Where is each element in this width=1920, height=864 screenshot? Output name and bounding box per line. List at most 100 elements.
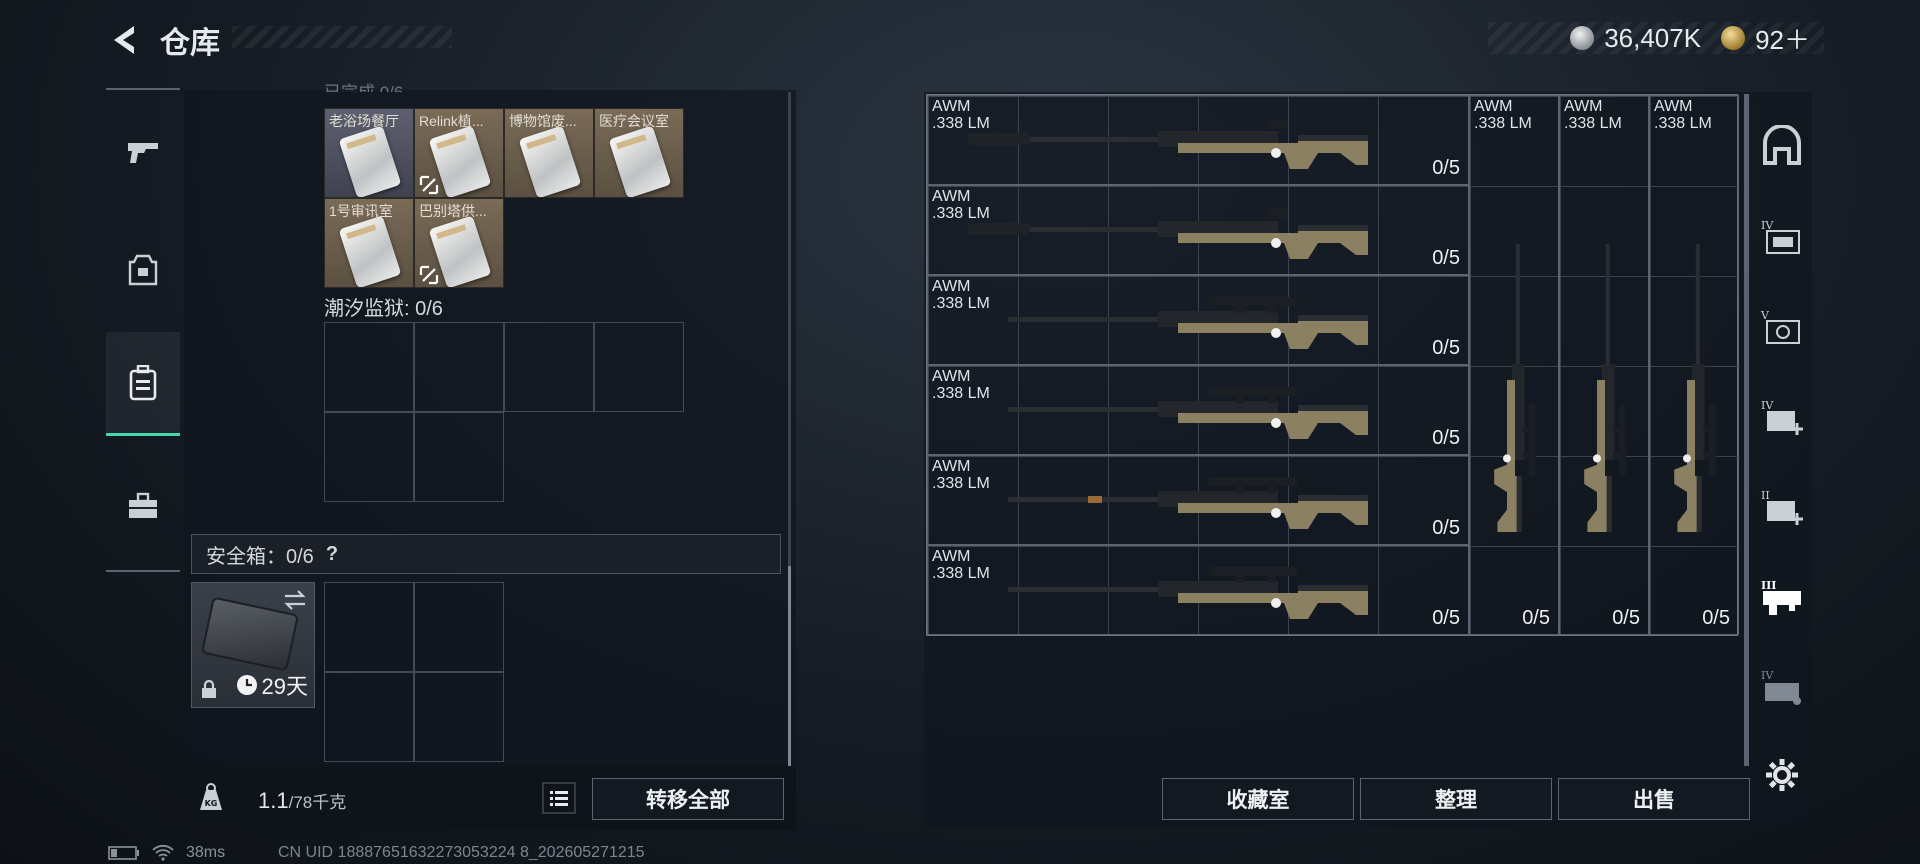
weapon-label: AWM .338 LM [1474,98,1532,132]
ammo-count: 0/5 [1612,607,1640,629]
carry-weight: 1.1/78千克 [258,788,346,814]
nav-armor[interactable] [106,232,180,308]
inventory-scrollbar-thumb[interactable] [788,566,791,766]
awm-rifle-icon [968,209,1368,259]
level-4-medkit-icon: IV [1761,399,1803,435]
empty-slot[interactable] [324,582,414,672]
awm-rifle-icon [1494,244,1536,532]
list-view-button[interactable] [542,782,576,814]
keycard-item[interactable]: Relink植... [414,108,504,198]
currency-bar: 36,407K 92＋ [1488,20,1824,57]
item-name: 老浴场餐厅 [329,113,399,129]
rifle-image [1650,244,1738,532]
empty-slot[interactable] [414,672,504,762]
svg-text:KG: KG [205,799,218,808]
empty-slot[interactable] [324,322,414,412]
settings-gear-icon [1766,759,1798,791]
linked-icon [419,175,439,195]
ammo-count: 0/5 [1432,607,1460,629]
empty-slot[interactable] [414,582,504,672]
empty-slot[interactable] [414,322,504,412]
weapon-slot[interactable]: AWM .338 LM 0/5 [927,185,1469,275]
battery-icon [108,846,139,860]
empty-slot[interactable] [594,322,684,412]
weapon-slot[interactable]: AWM .338 LM 0/5 [1469,95,1559,635]
filter-helmet[interactable] [1752,100,1812,190]
swap-icon[interactable] [282,589,308,611]
ammo-count: 0/5 [1522,607,1550,629]
collection-room-button[interactable]: 收藏室 [1162,778,1354,820]
keycard-icon [608,125,672,197]
linked-icon [419,265,439,285]
filter-level-4-vest[interactable]: IV [1752,192,1812,282]
weapon-slot[interactable]: AWM .338 LM 0/5 [927,365,1469,455]
ping-value: 38ms [186,844,226,861]
safebox-label: 安全箱：0/6 [206,545,314,568]
level-3-rifle-icon: III [1761,579,1801,615]
gold-coin-icon [1721,26,1746,50]
filter-level-2-medkit[interactable]: II [1752,462,1812,552]
prison-collection-label: 潮汐监狱: 0/6 [324,298,443,320]
filter-level-4-medkit[interactable]: IV [1752,372,1812,462]
sell-button[interactable]: 出售 [1558,778,1750,820]
svg-text:II: II [1761,489,1770,502]
keycard-icon [518,125,582,197]
weight-icon: KG [198,782,224,812]
empty-slot[interactable] [324,672,414,762]
awm-rifle-icon [1674,244,1716,532]
nav-backpack[interactable] [106,332,180,436]
awm-rifle-icon [1008,567,1368,619]
nav-toolbox[interactable] [106,468,180,544]
keycard-item[interactable]: 巴别塔供... [414,198,504,288]
safebox-header: 安全箱：0/6 ? [191,534,781,574]
back-icon[interactable] [104,20,144,60]
weapon-slot[interactable]: AWM .338 LM 0/5 [927,275,1469,365]
gold-currency-value[interactable]: 92＋ [1755,20,1810,57]
weapon-slot[interactable]: AWM .338 LM 0/5 [927,545,1469,635]
filter-level-4-case[interactable]: IV [1752,642,1812,732]
help-icon[interactable]: ? [326,543,338,566]
weapon-slot[interactable]: AWM .338 LM 0/5 [927,455,1469,545]
wifi-icon [152,845,174,861]
weapon-label: AWM .338 LM [1654,98,1712,132]
awm-rifle-icon [1008,387,1368,439]
item-name: 1号审讯室 [329,203,393,219]
helmet-icon [1763,125,1801,165]
status-line: 38ms [108,844,225,862]
empty-slot[interactable] [324,412,414,502]
weapon-slot[interactable]: AWM .338 LM 0/5 [1649,95,1739,635]
left-category-nav [106,88,180,572]
stash-scrollbar[interactable] [1744,94,1749,766]
empty-slot[interactable] [414,412,504,502]
level-2-medkit-icon: II [1761,489,1803,525]
ammo-count: 0/5 [1432,337,1460,359]
keycard-item[interactable]: 医疗会议室 [594,108,684,198]
keycard-icon [338,215,402,287]
stash-filter-nav: IV V IV II III IV [1752,94,1812,826]
keycard-item[interactable]: 博物馆废... [504,108,594,198]
awm-rifle-icon [1008,477,1368,529]
item-name: 博物馆废... [509,113,577,129]
nav-weapons[interactable] [106,114,180,190]
awm-rifle-icon [1584,244,1626,532]
safebox-item[interactable]: 29天 [191,582,315,708]
weapon-slot[interactable]: AWM .338 LM 0/5 [1559,95,1649,635]
weapon-stash-grid: AWM .338 LM 0/5 AWM .338 LM 0/5 AWM .338 LM 0/5 A… [926,94,1739,636]
settings-button[interactable] [1752,730,1812,820]
organize-button[interactable]: 整理 [1360,778,1552,820]
rifle-image [968,562,1388,629]
awm-rifle-icon [1008,297,1368,349]
level-4-case-icon: IV [1761,669,1801,705]
keycard-item[interactable]: 老浴场餐厅 [324,108,414,198]
transfer-all-button[interactable]: 转移全部 [592,778,784,820]
weapon-name: AWM [1564,98,1603,115]
level-5-box-icon: V [1760,309,1800,344]
pistol-icon [128,143,158,163]
filter-level-5-box[interactable]: V [1752,282,1812,372]
title-decoration [232,26,452,48]
empty-slot[interactable] [504,322,594,412]
keycard-icon [338,125,402,197]
keycard-item[interactable]: 1号审讯室 [324,198,414,288]
filter-level-3-rifle[interactable]: III [1752,552,1812,642]
weapon-slot[interactable]: AWM .338 LM 0/5 [927,95,1469,185]
